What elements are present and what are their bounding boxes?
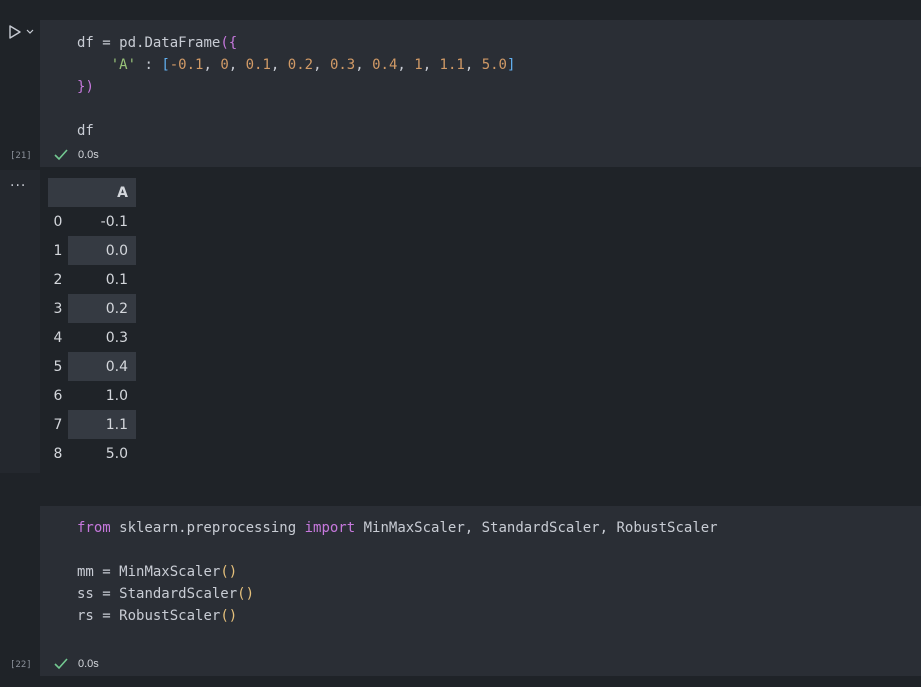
row-index: 7 xyxy=(53,416,63,433)
execution-time: 0.0s xyxy=(78,658,99,670)
cell-gutter xyxy=(0,506,40,682)
execution-count: [22] xyxy=(10,660,32,670)
table-row: 0 -0.1 xyxy=(48,207,136,236)
check-icon xyxy=(54,149,68,161)
cell-value: -0.1 xyxy=(100,213,128,230)
cell-value: 0.0 xyxy=(68,236,136,265)
cell-output: ··· A 0 -0.1 1 0.0 2 0.1 3 0.2 4 0.3 5 0… xyxy=(0,170,921,473)
table-row: 6 1.0 xyxy=(48,381,136,410)
execution-time: 0.0s xyxy=(78,149,99,161)
row-index: 1 xyxy=(53,242,63,259)
table-row: 1 0.0 xyxy=(48,236,136,265)
play-icon[interactable] xyxy=(8,24,38,40)
code-cell-22[interactable]: from sklearn.preprocessing import MinMax… xyxy=(0,506,921,682)
code-line-2: 'A' : [-0.1, 0, 0.1, 0.2, 0.3, 0.4, 1, 1… xyxy=(110,57,516,73)
table-row: 7 1.1 xyxy=(48,410,136,439)
table-row: 5 0.4 xyxy=(48,352,136,381)
code-line-1: from sklearn.preprocessing import MinMax… xyxy=(77,520,718,536)
execution-status: 0.0s xyxy=(54,658,99,670)
chevron-down-icon xyxy=(26,29,34,34)
code-cell-21[interactable]: df = pd.DataFrame({ 'A' : [-0.1, 0, 0.1,… xyxy=(0,20,921,170)
ellipsis-icon[interactable]: ··· xyxy=(10,178,26,194)
code-line-3: }) xyxy=(77,79,94,95)
row-index: 0 xyxy=(53,213,63,230)
notebook-page: df = pd.DataFrame({ 'A' : [-0.1, 0, 0.1,… xyxy=(0,0,921,687)
table-row: 8 5.0 xyxy=(48,439,136,468)
dataframe-table: A 0 -0.1 1 0.0 2 0.1 3 0.2 4 0.3 5 0.4 6… xyxy=(48,178,136,468)
cell-value: 0.3 xyxy=(105,329,128,346)
code-line-3: mm = MinMaxScaler() xyxy=(77,564,238,580)
cell-gutter xyxy=(0,20,40,170)
code-line-5: rs = RobustScaler() xyxy=(77,608,238,624)
execution-count: [21] xyxy=(10,151,32,161)
table-row: 2 0.1 xyxy=(48,265,136,294)
cell-value: 5.0 xyxy=(105,445,128,462)
cell-editor[interactable]: df = pd.DataFrame({ 'A' : [-0.1, 0, 0.1,… xyxy=(40,20,921,167)
code-line-4: ss = StandardScaler() xyxy=(77,586,255,602)
row-index: 6 xyxy=(53,387,63,404)
cell-editor[interactable]: from sklearn.preprocessing import MinMax… xyxy=(40,506,921,676)
cell-value: 1.0 xyxy=(105,387,128,404)
cell-value: 0.4 xyxy=(68,352,136,381)
check-icon xyxy=(54,658,68,670)
column-header: A xyxy=(68,178,136,207)
index-header xyxy=(48,178,68,207)
row-index: 5 xyxy=(53,358,63,375)
table-row: 3 0.2 xyxy=(48,294,136,323)
execution-status: 0.0s xyxy=(54,149,99,161)
cell-value: 1.1 xyxy=(68,410,136,439)
cell-value: 0.2 xyxy=(68,294,136,323)
code-line-1: df = pd.DataFrame({ xyxy=(77,35,238,51)
cell-value: 0.1 xyxy=(105,271,128,288)
row-index: 3 xyxy=(53,300,63,317)
row-index: 4 xyxy=(53,329,63,346)
row-index: 8 xyxy=(53,445,63,462)
table-row: 4 0.3 xyxy=(48,323,136,352)
output-gutter xyxy=(0,170,40,473)
code-line-5: df xyxy=(77,123,94,139)
row-index: 2 xyxy=(53,271,63,288)
table-header-row: A xyxy=(48,178,136,207)
